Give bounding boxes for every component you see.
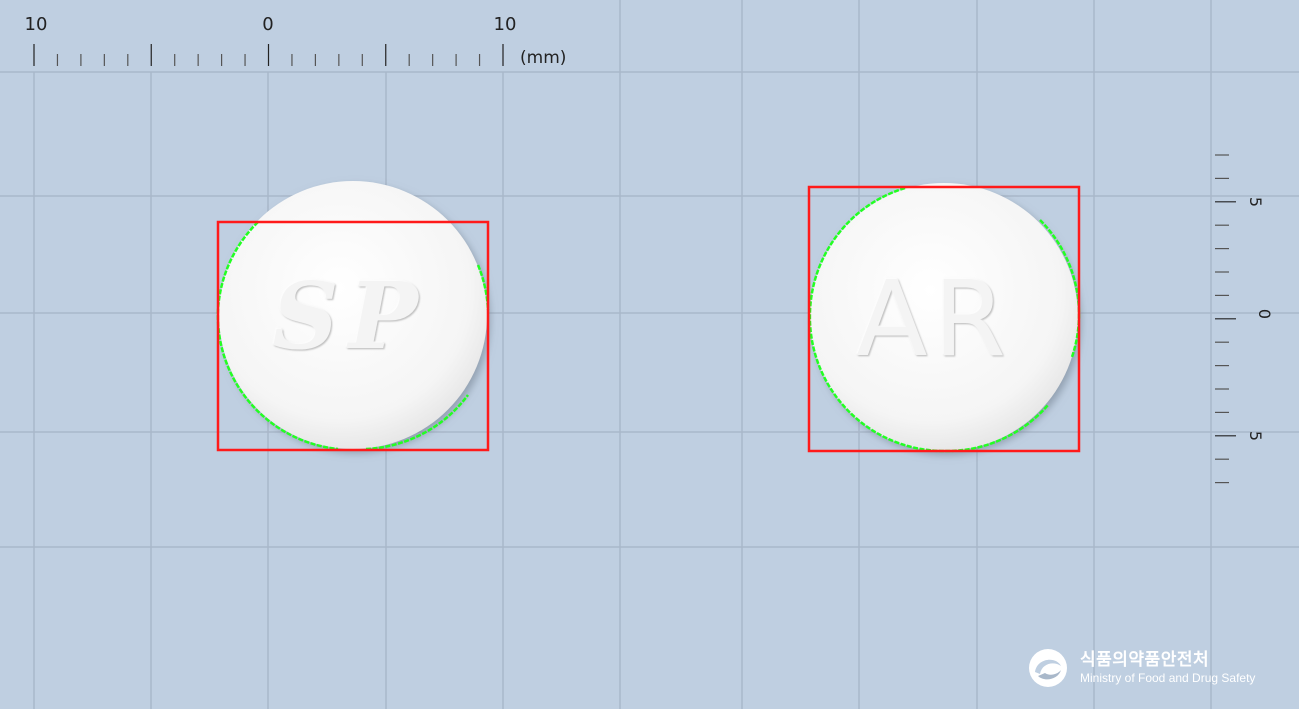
- pill-image-canvas: 10 0 10 (mm) 5 0 5 SP AR: [0, 0, 1299, 709]
- top-ruler-label-zero: 0: [262, 14, 273, 35]
- ruler-unit-label: (mm): [520, 48, 566, 68]
- right-ruler-label-top: 5: [1246, 197, 1265, 207]
- pill-back: AR: [807, 183, 1081, 453]
- top-ruler-label-left: 10: [25, 14, 48, 35]
- mfds-logo: 식품의약품안전처 Ministry of Food and Drug Safet…: [1028, 646, 1255, 690]
- pill-back-imprint: AR: [856, 258, 1011, 380]
- logo-korean-name: 식품의약품안전처: [1080, 649, 1210, 670]
- right-ruler-label-bottom: 5: [1246, 431, 1265, 441]
- top-ruler-label-right: 10: [494, 14, 517, 35]
- pill-front-imprint: SP: [272, 262, 428, 370]
- top-ruler: 10 0 10 (mm): [25, 14, 567, 68]
- pill-front: SP: [216, 181, 490, 452]
- background-grid: [0, 0, 1299, 709]
- right-ruler-label-zero: 0: [1255, 309, 1274, 319]
- logo-english-name: Ministry of Food and Drug Safety: [1080, 671, 1256, 686]
- right-ruler: 5 0 5: [1215, 154, 1274, 484]
- mfds-emblem-icon: [1029, 649, 1067, 687]
- right-ruler-ticks: [1215, 154, 1236, 484]
- top-ruler-ticks: [33, 44, 504, 66]
